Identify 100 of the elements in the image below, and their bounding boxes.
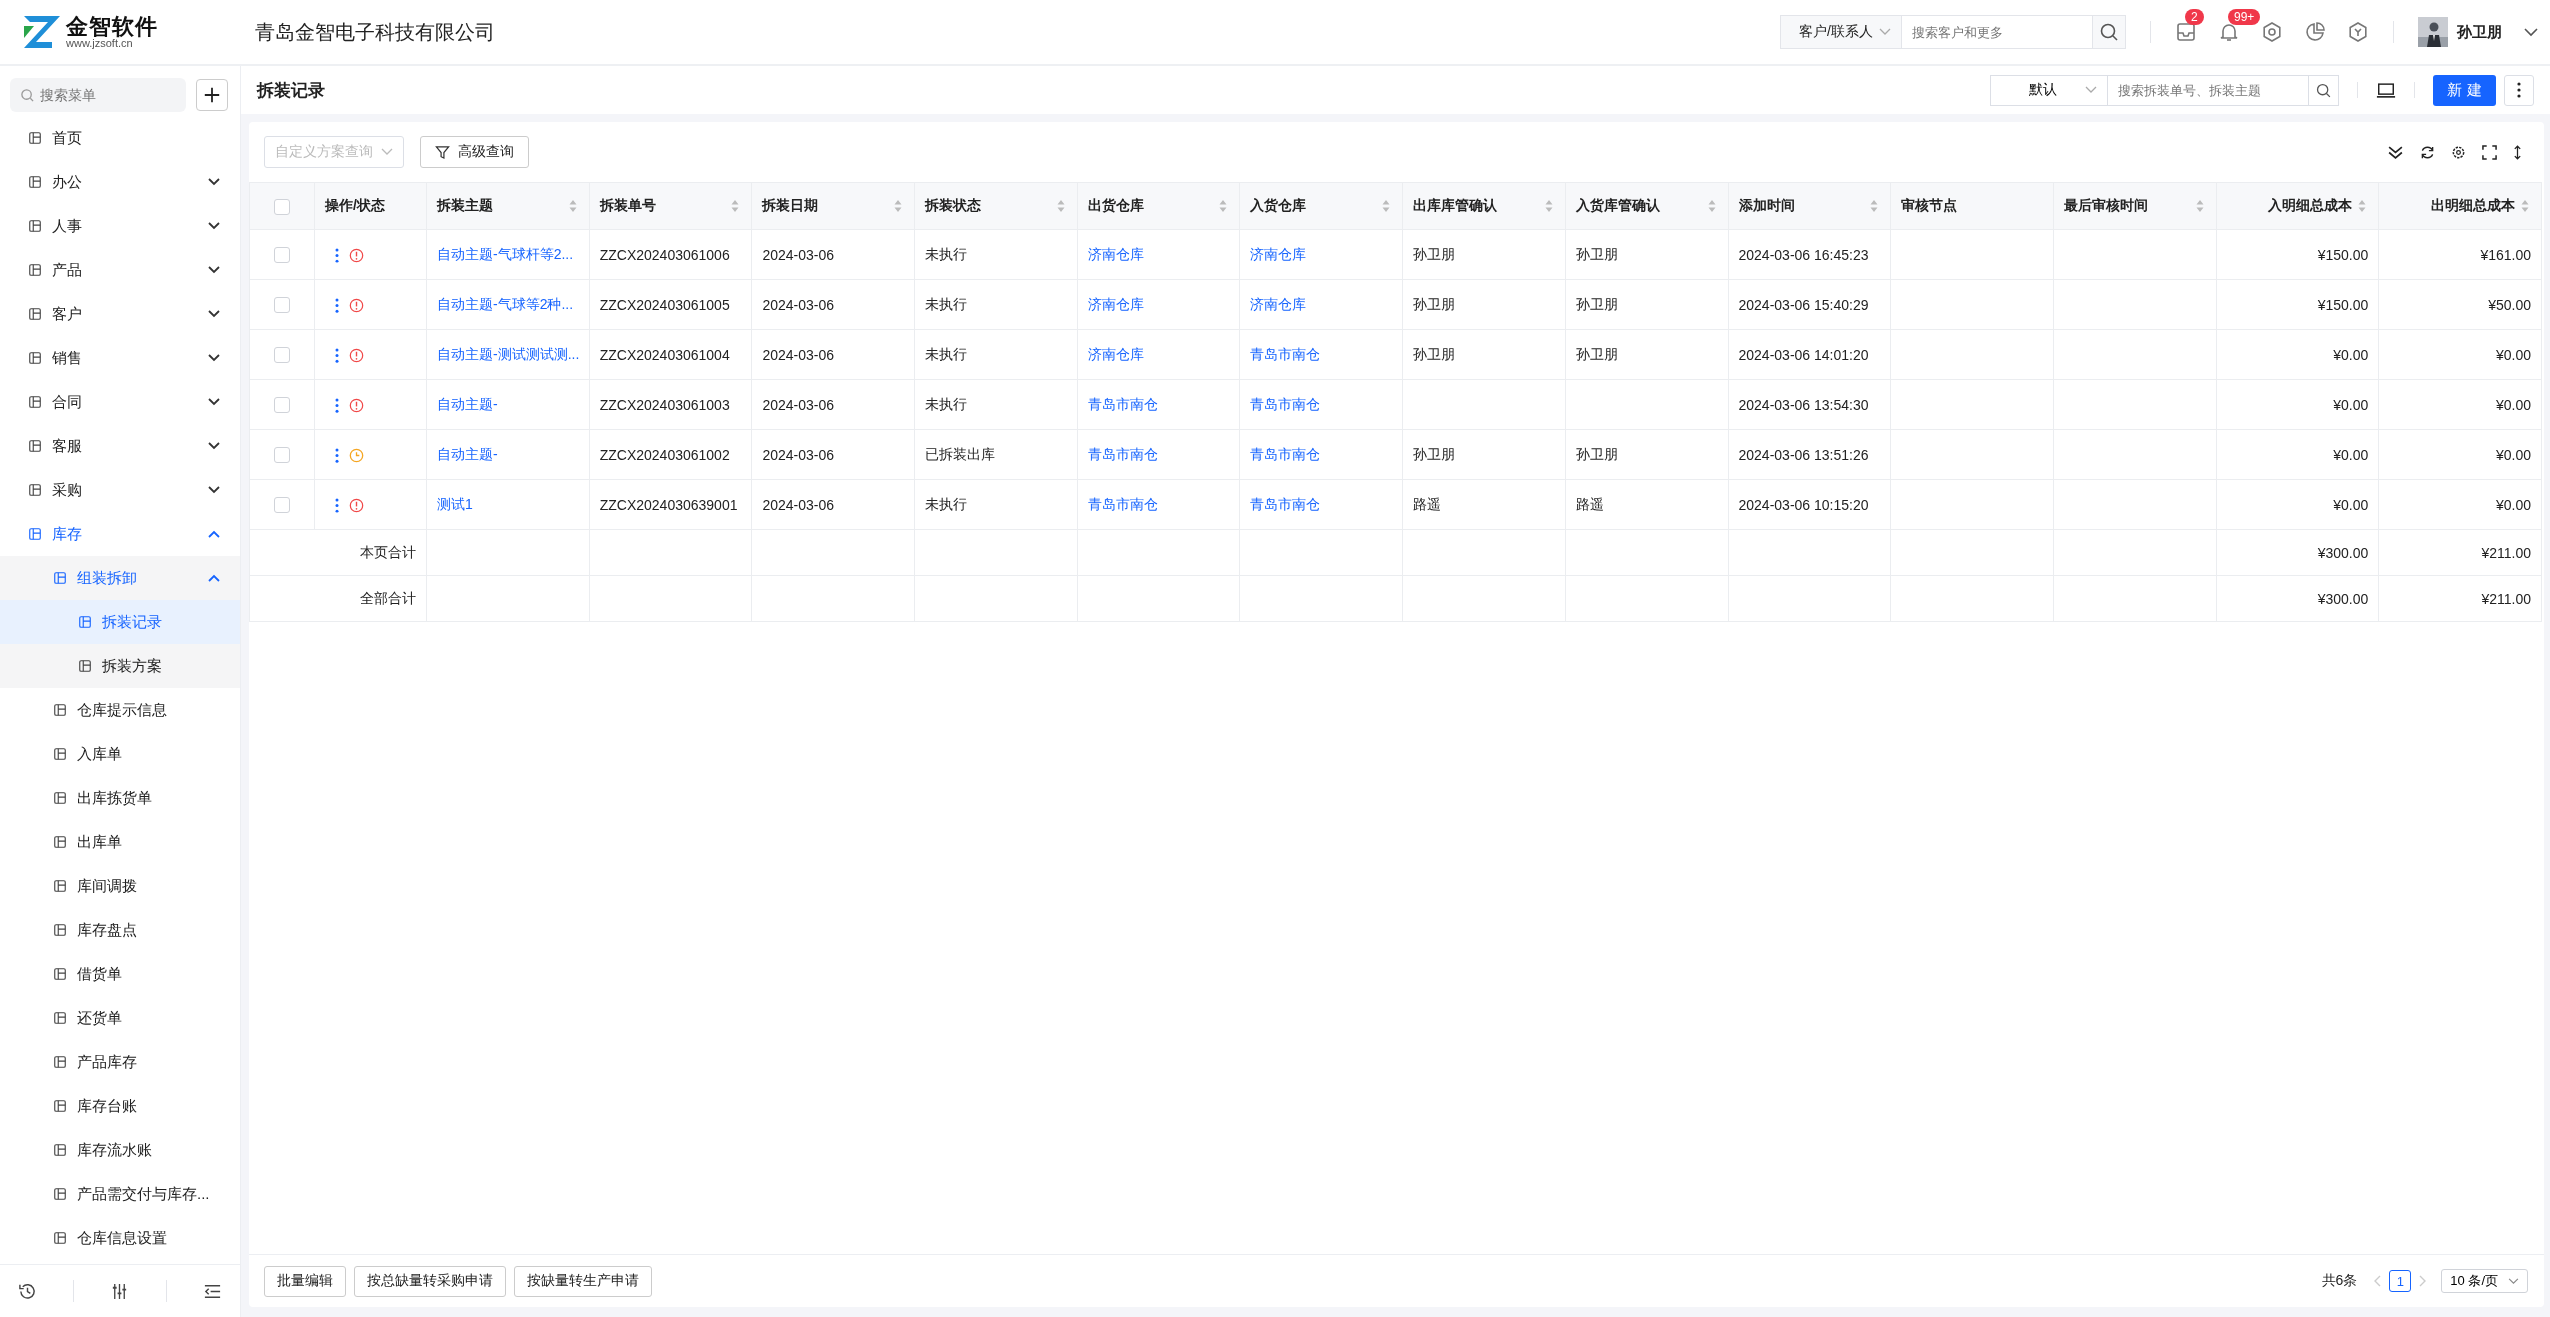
checkbox[interactable] [274, 447, 290, 464]
column-header[interactable]: 入明细总成本 [2268, 197, 2353, 213]
search-button[interactable] [2308, 74, 2339, 106]
link[interactable]: 青岛市南仓 [1250, 395, 1321, 412]
page-icon [28, 527, 42, 541]
more-icon[interactable] [335, 297, 339, 313]
link[interactable]: 济南仓库 [1250, 295, 1307, 312]
link[interactable]: 济南仓库 [1087, 345, 1144, 362]
checkbox[interactable] [274, 397, 290, 414]
menu-item[interactable]: 出库单 [0, 820, 240, 864]
more-icon[interactable] [335, 497, 339, 513]
link[interactable]: 自动主题- [437, 395, 498, 412]
menu-item[interactable]: 办公 [0, 160, 240, 204]
action-button[interactable]: 批量编辑 [264, 1265, 346, 1297]
table-cell: ZZCX202403061002 [589, 429, 752, 480]
menu-item[interactable]: 组装拆卸 [0, 556, 240, 600]
more-icon[interactable] [335, 447, 339, 463]
menu-item[interactable]: 库存台账 [0, 1084, 240, 1128]
checkbox[interactable] [274, 247, 290, 264]
bell-icon[interactable] [2218, 21, 2240, 43]
menu-item[interactable]: 仓库提示信息 [0, 688, 240, 732]
column-header[interactable]: 审核节点 [1901, 197, 1958, 213]
menu-item[interactable]: 库存 [0, 512, 240, 556]
menu-item[interactable]: 产品需交付与库存... [0, 1172, 240, 1216]
search-button[interactable] [2092, 15, 2126, 49]
link[interactable]: 青岛市南仓 [1087, 395, 1158, 412]
link[interactable]: 济南仓库 [1250, 245, 1307, 262]
link[interactable]: 青岛市南仓 [1250, 495, 1321, 512]
menu-item[interactable]: 采购 [0, 468, 240, 512]
caret-icon [208, 310, 220, 318]
column-header[interactable]: 添加时间 [1738, 197, 1795, 213]
menu-item[interactable]: 库存流水账 [0, 1128, 240, 1172]
table-cell: 2024-03-06 [751, 229, 915, 280]
row-height-icon[interactable] [2513, 144, 2522, 160]
search-field[interactable]: 搜索客户和更多 [1902, 15, 2092, 49]
link[interactable]: 测试1 [437, 495, 473, 512]
pie-chart-icon[interactable] [2304, 21, 2326, 43]
checkbox[interactable] [274, 198, 290, 215]
menu-item[interactable]: 还货单 [0, 996, 240, 1040]
menu-item[interactable]: 产品库存 [0, 1040, 240, 1084]
menu-item[interactable]: 合同 [0, 380, 240, 424]
column-header[interactable]: 拆装状态 [925, 197, 982, 213]
new-button[interactable]: 新 建 [2433, 74, 2496, 106]
link[interactable]: 济南仓库 [1087, 245, 1144, 262]
laptop-icon[interactable] [2376, 81, 2396, 99]
link[interactable]: 自动主题- [437, 445, 498, 462]
more-icon[interactable] [335, 397, 339, 413]
menu-item[interactable]: 产品 [0, 248, 240, 292]
more-icon[interactable] [335, 347, 339, 363]
action-button[interactable]: 按缺量转生产申请 [514, 1265, 652, 1297]
link[interactable]: 济南仓库 [1087, 295, 1144, 312]
column-header[interactable]: 入货仓库 [1250, 197, 1307, 213]
menu-item[interactable]: 借货单 [0, 952, 240, 996]
alert-icon [349, 347, 364, 363]
link[interactable]: 青岛市南仓 [1087, 495, 1158, 512]
menu-item[interactable]: 库存盘点 [0, 908, 240, 952]
menu-item[interactable]: 入库单 [0, 732, 240, 776]
menu-item[interactable]: 仓库信息设置 [0, 1216, 240, 1260]
scope-select[interactable]: 客户/联系人 [1780, 15, 1902, 49]
checkbox[interactable] [274, 347, 290, 364]
menu-item[interactable]: 客户 [0, 292, 240, 336]
menu-item[interactable]: 拆装方案 [0, 644, 240, 688]
menu-item[interactable]: 出库拣货单 [0, 776, 240, 820]
menu-item[interactable]: 首页 [0, 116, 240, 160]
caret-icon[interactable] [2524, 27, 2538, 37]
more-icon[interactable] [335, 247, 339, 263]
menu-item[interactable]: 库间调拨 [0, 864, 240, 908]
settings-icon[interactable] [2451, 144, 2466, 160]
column-header[interactable]: 拆装日期 [762, 197, 819, 213]
fullscreen-icon[interactable] [2482, 144, 2497, 160]
view-select[interactable]: 默认 [1990, 74, 2108, 106]
link[interactable]: 青岛市南仓 [1250, 445, 1321, 462]
checkbox[interactable] [274, 297, 290, 314]
checkbox[interactable] [274, 497, 290, 514]
menu-item[interactable]: 拆装记录 [0, 600, 240, 644]
column-header[interactable]: 拆装单号 [599, 197, 656, 213]
page-size-select[interactable]: 10 条/页 [2441, 1269, 2528, 1293]
page-button[interactable]: 1 [2389, 1270, 2412, 1292]
column-header[interactable]: 最后审核时间 [2063, 197, 2148, 213]
refresh-icon[interactable] [2420, 144, 2435, 160]
menu-item[interactable]: 客服 [0, 424, 240, 468]
link[interactable]: 青岛市南仓 [1250, 345, 1321, 362]
column-header[interactable]: 入货库管确认 [1575, 197, 1660, 213]
menu-search-field[interactable]: 搜索菜单 [10, 78, 186, 112]
column-header[interactable]: 出库库管确认 [1413, 197, 1498, 213]
action-button[interactable]: 按总缺量转采购申请 [354, 1265, 506, 1297]
hexagon-icon[interactable] [2347, 21, 2369, 43]
search-field[interactable]: 搜索拆装单号、拆装主题 [2108, 74, 2308, 106]
column-header[interactable]: 出明细总成本 [2431, 197, 2515, 213]
add-button[interactable] [196, 79, 228, 111]
column-header[interactable]: 拆装主题 [437, 197, 493, 213]
user-name[interactable]: 孙卫朋 [2457, 22, 2502, 42]
link[interactable]: 青岛市南仓 [1087, 445, 1158, 462]
column-header[interactable]: 出货仓库 [1087, 197, 1144, 213]
history-icon[interactable] [18, 1281, 38, 1301]
menu-item[interactable]: 销售 [0, 336, 240, 380]
inbox-icon[interactable] [2175, 21, 2197, 43]
menu-item[interactable]: 人事 [0, 204, 240, 248]
more-button[interactable] [2504, 74, 2534, 106]
advanced-search-button[interactable]: 高级查询 [420, 136, 529, 168]
